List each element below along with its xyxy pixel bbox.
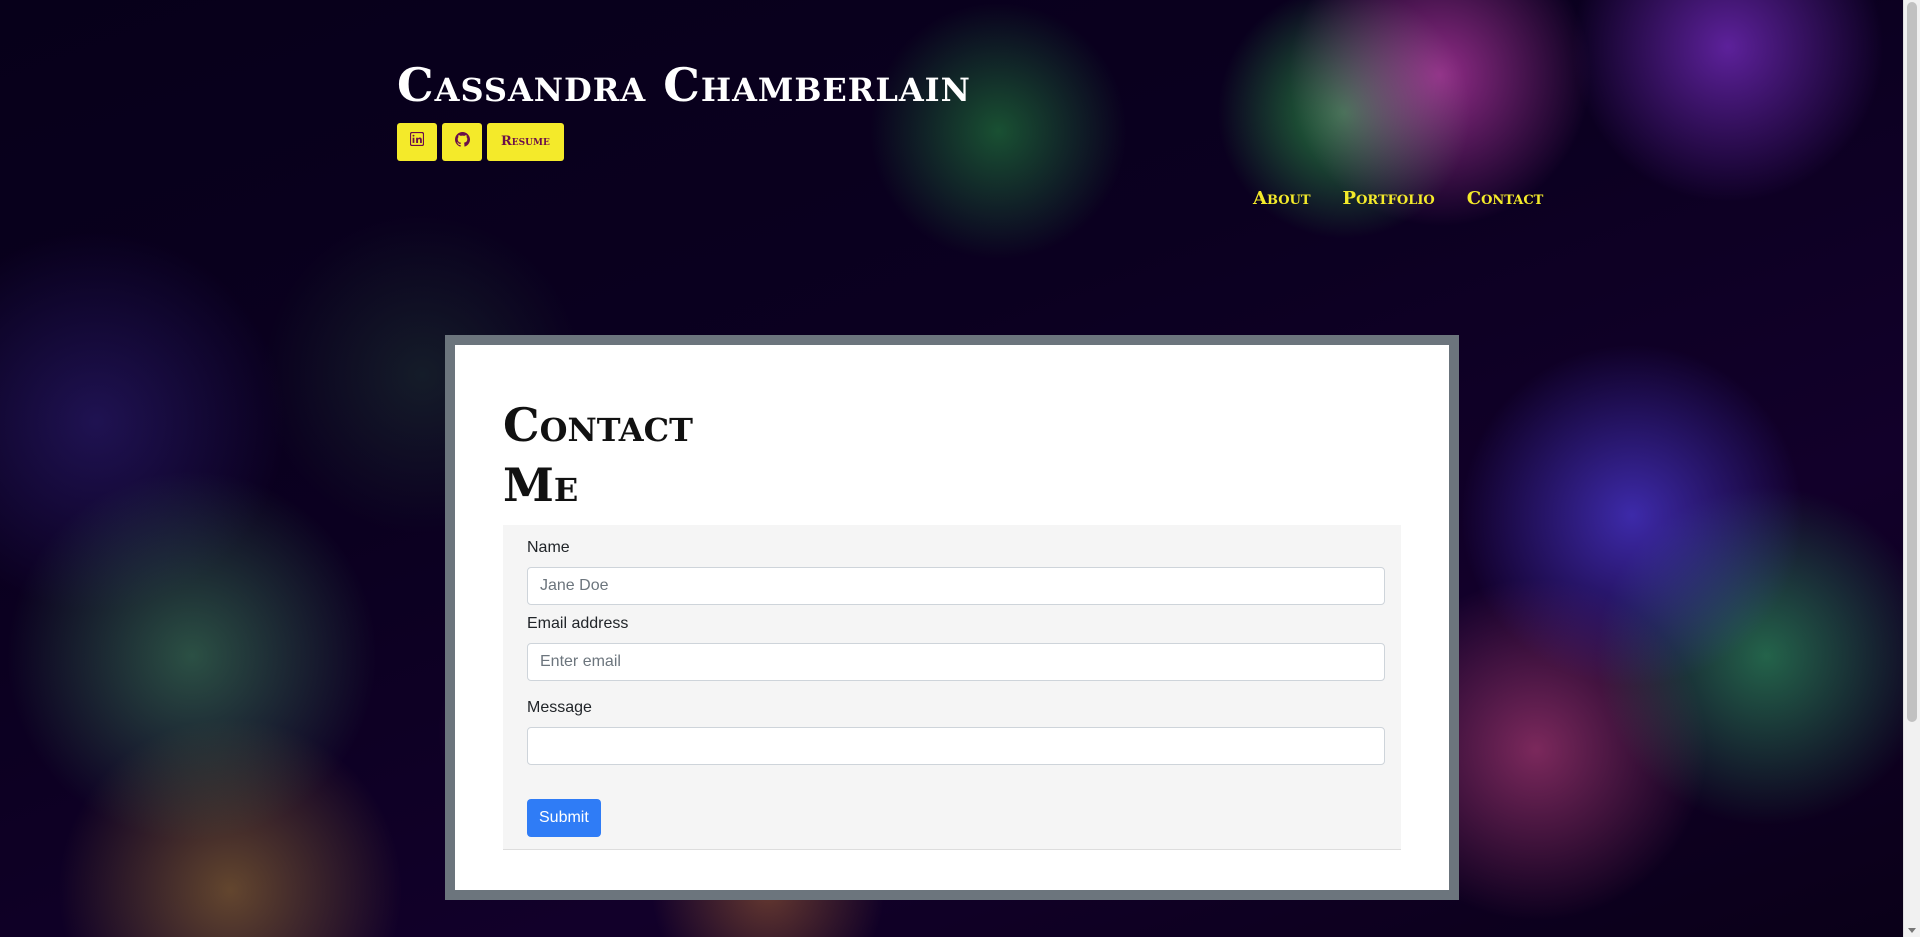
message-group: Message bbox=[527, 699, 1385, 765]
site-header: Cassandra Chamberlain Resume bbox=[397, 60, 971, 161]
message-label: Message bbox=[527, 699, 592, 716]
nav-item-portfolio[interactable]: Portfolio bbox=[1343, 188, 1435, 209]
linkedin-icon bbox=[409, 131, 425, 151]
message-input[interactable] bbox=[527, 727, 1385, 765]
github-button[interactable] bbox=[442, 122, 482, 161]
nav-item-about[interactable]: About bbox=[1253, 188, 1311, 209]
scrollbar-thumb[interactable] bbox=[1907, 2, 1917, 722]
resume-button[interactable]: Resume bbox=[487, 122, 564, 161]
site-title: Cassandra Chamberlain bbox=[397, 58, 971, 112]
resume-label: Resume bbox=[501, 134, 550, 150]
scroll-down-icon[interactable] bbox=[1908, 928, 1916, 933]
contact-card-frame: Contact Me Name Email address Message Su… bbox=[445, 335, 1459, 900]
vertical-scrollbar[interactable] bbox=[1903, 0, 1920, 937]
main-nav: About Portfolio Contact bbox=[1253, 188, 1543, 209]
contact-card: Contact Me Name Email address Message Su… bbox=[455, 345, 1449, 890]
email-input[interactable] bbox=[527, 643, 1385, 681]
nav-item-contact[interactable]: Contact bbox=[1467, 188, 1544, 209]
github-icon bbox=[454, 131, 470, 152]
name-input[interactable] bbox=[527, 567, 1385, 605]
submit-button[interactable]: Submit bbox=[527, 799, 601, 837]
linkedin-button[interactable] bbox=[397, 122, 437, 161]
contact-title: Contact Me bbox=[503, 398, 693, 512]
contact-form: Name Email address Message Submit bbox=[503, 525, 1401, 850]
name-label: Name bbox=[527, 539, 570, 556]
social-links: Resume bbox=[397, 122, 971, 161]
email-label: Email address bbox=[527, 615, 629, 632]
